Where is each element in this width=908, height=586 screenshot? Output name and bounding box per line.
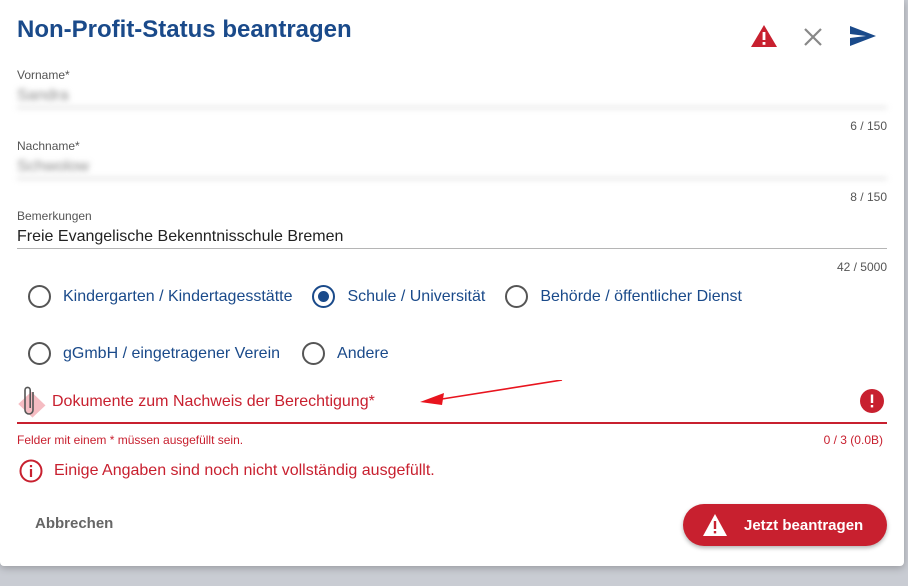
alert-message: Einige Angaben sind noch nicht vollständ… (54, 462, 435, 479)
nachname-label: Nachname* (17, 139, 80, 153)
radio-circle (28, 285, 51, 308)
radio-circle (505, 285, 529, 308)
radio-circle (28, 342, 51, 365)
document-upload[interactable]: Dokumente zum Nachweis der Berechtigung* (17, 380, 887, 424)
upload-counter: 0 / 3 (0.0B) (823, 433, 883, 447)
non-profit-dialog: Non-Profit-Status beantragen Vorname* Sa… (0, 0, 904, 566)
radio-label: Behörde / öffentlicher Dienst (540, 287, 742, 305)
upload-label: Dokumente zum Nachweis der Berechtigung* (52, 393, 375, 410)
radio-label: Andere (337, 344, 389, 362)
dialog-title: Non-Profit-Status beantragen (17, 16, 352, 43)
send-icon[interactable] (848, 22, 878, 50)
submit-button[interactable]: Jetzt beantragen (683, 504, 887, 546)
vorname-field: Vorname* Sandra 6 / 150 (17, 68, 887, 133)
radio-circle-checked (312, 285, 336, 308)
bemerkungen-counter: 42 / 5000 (836, 260, 887, 274)
radio-schule[interactable]: Schule / Universität (312, 285, 485, 308)
radio-andere[interactable]: Andere (302, 342, 389, 365)
radio-ggmbh[interactable]: gGmbH / eingetragener Verein (28, 342, 280, 365)
organisation-type-row-1: Kindergarten / Kindertagesstätte Schule … (28, 285, 762, 308)
close-icon[interactable] (801, 22, 825, 50)
organisation-type-row-2: gGmbH / eingetragener Verein Andere (28, 342, 409, 365)
radio-label: gGmbH / eingetragener Verein (63, 344, 281, 362)
cancel-button[interactable]: Abbrechen (35, 515, 113, 532)
validation-alert: Einige Angaben sind noch nicht vollständ… (19, 459, 435, 483)
vorname-counter: 6 / 150 (850, 119, 887, 133)
vorname-input[interactable]: Sandra (17, 82, 887, 108)
bemerkungen-label: Bemerkungen (17, 209, 92, 223)
paperclip-icon[interactable] (17, 380, 47, 420)
exclamation-circle-icon (860, 389, 884, 413)
annotation-arrow (420, 380, 563, 405)
bemerkungen-field: Bemerkungen Freie Evangelische Bekenntni… (17, 209, 887, 274)
radio-label: Kindergarten / Kindertagesstätte (63, 287, 293, 305)
vorname-label: Vorname* (17, 68, 70, 82)
nachname-counter: 8 / 150 (850, 190, 887, 204)
info-circle-icon (19, 459, 43, 483)
bemerkungen-input[interactable]: Freie Evangelische Bekenntnisschule Brem… (17, 223, 887, 249)
nachname-input[interactable]: Schwolow (17, 153, 887, 179)
nachname-field: Nachname* Schwolow 8 / 150 (17, 139, 887, 204)
radio-label: Schule / Universität (347, 287, 486, 305)
radio-kindergarten[interactable]: Kindergarten / Kindertagesstätte (28, 285, 292, 308)
warning-icon (703, 514, 727, 536)
required-hint: Felder mit einem * müssen ausgefüllt sei… (17, 433, 244, 447)
radio-behoerde[interactable]: Behörde / öffentlicher Dienst (505, 285, 742, 308)
warning-icon[interactable] (750, 22, 778, 50)
submit-label: Jetzt beantragen (744, 516, 864, 534)
radio-circle (302, 342, 326, 365)
